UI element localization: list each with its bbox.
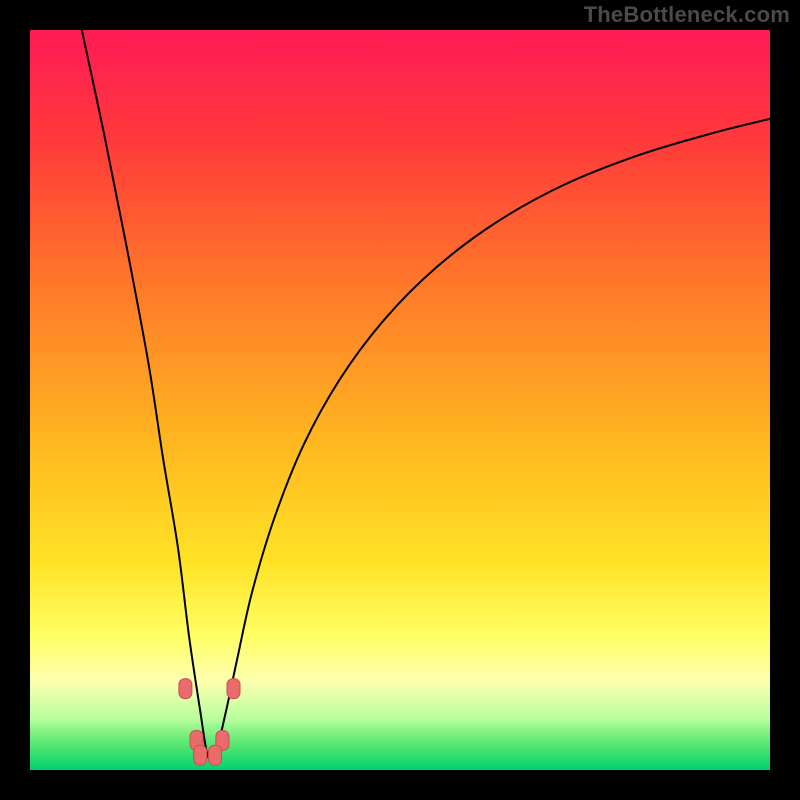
curve-marker [194,745,207,765]
plot-area [30,30,770,770]
watermark-text: TheBottleneck.com [584,2,790,28]
chart-frame: TheBottleneck.com [0,0,800,800]
curve-marker [179,679,192,699]
curve-marker [209,745,222,765]
gradient-background [30,30,770,770]
chart-svg [30,30,770,770]
curve-marker [227,679,240,699]
